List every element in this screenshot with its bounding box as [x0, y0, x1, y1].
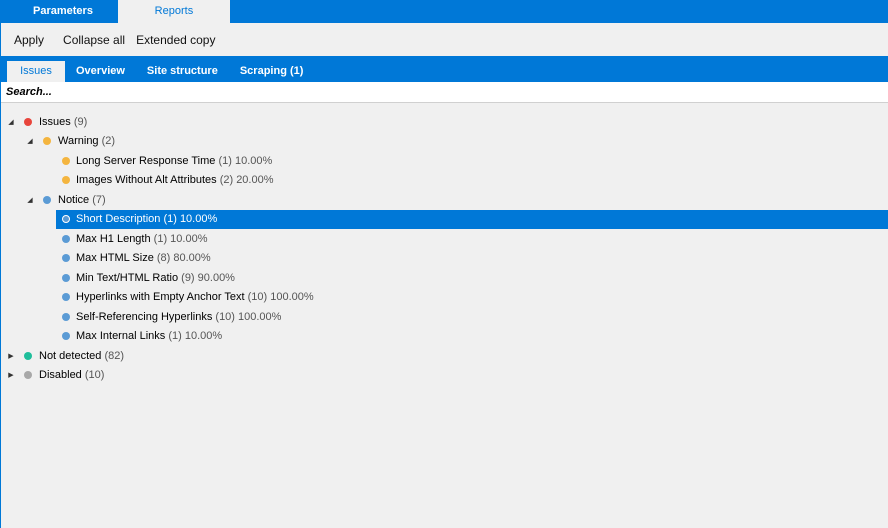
tree-row-title: Disabled	[39, 369, 82, 382]
tree-row-title: Self-Referencing Hyperlinks	[76, 310, 213, 323]
reports-panel: Parameters Reports Apply Collapse all Ex…	[0, 0, 888, 528]
tab-parameters[interactable]: Parameters	[2, 0, 118, 23]
search-input[interactable]	[1, 82, 888, 102]
tree-row-count: (9)	[73, 115, 88, 128]
tree-row-title: Issues	[39, 115, 71, 128]
tree-row-count: (2) 20.00%	[219, 174, 274, 187]
tree-row[interactable]: Min Text/HTML Ratio (9) 90.00%	[1, 268, 888, 288]
expand-arrow-icon[interactable]: ▶	[6, 370, 16, 380]
tree-row-count: (10)	[84, 369, 105, 382]
tab-reports[interactable]: Reports	[117, 0, 230, 23]
tree-row-title: Images Without Alt Attributes	[76, 174, 217, 187]
collapse-arrow-icon[interactable]: ◢	[25, 195, 35, 205]
tree-row[interactable]: Long Server Response Time (1) 10.00%	[1, 151, 888, 171]
status-dot-icon	[62, 176, 70, 185]
tree-row-label: Warning (2)	[58, 135, 115, 147]
tab-scraping[interactable]: Scraping (1)	[229, 61, 315, 82]
collapse-arrow-icon[interactable]: ◢	[6, 117, 16, 127]
status-dot-icon	[62, 293, 70, 302]
tree-row-title: Warning	[58, 135, 99, 148]
apply-button[interactable]: Apply	[14, 33, 44, 47]
top-tab-strip: Parameters Reports	[1, 0, 888, 23]
tree-row[interactable]: Max HTML Size (8) 80.00%	[1, 249, 888, 269]
extended-copy-button[interactable]: Extended copy	[136, 33, 215, 47]
tree-row-title: Long Server Response Time	[76, 154, 216, 167]
tree-row[interactable]: Max H1 Length (1) 10.00%	[1, 229, 888, 249]
tree-row-title: Max H1 Length	[76, 232, 151, 245]
tree-row[interactable]: ◢ Issues (9)	[1, 112, 888, 132]
tree-row-count: (82)	[104, 349, 124, 362]
tree-row-title: Min Text/HTML Ratio	[76, 271, 179, 284]
tree-row-title: Short Description	[76, 213, 161, 226]
tree-row-count: (8) 80.00%	[156, 252, 211, 265]
sub-tab-strip: Issues Overview Site structure Scraping …	[1, 56, 888, 82]
tree-row-label: Notice (7)	[58, 194, 106, 206]
tree-row-label: Max H1 Length (1) 10.00%	[76, 233, 207, 245]
status-dot-icon	[62, 234, 70, 243]
tree-row-label: Min Text/HTML Ratio (9) 90.00%	[76, 272, 235, 284]
collapse-all-button[interactable]: Collapse all	[63, 33, 125, 47]
tree-row-title: Max Internal Links	[76, 330, 166, 343]
toolbar: Apply Collapse all Extended copy	[1, 23, 888, 56]
tree-row-count: (1) 10.00%	[218, 154, 273, 167]
status-dot-icon	[24, 371, 32, 380]
tree-row-label: Images Without Alt Attributes (2) 20.00%	[76, 174, 274, 186]
tree-row-title: Not detected	[39, 349, 102, 362]
tree-row-label: Short Description (1) 10.00%	[76, 213, 217, 225]
tree-row-label: Disabled (10)	[39, 369, 104, 381]
tree-row-label: Self-Referencing Hyperlinks (10) 100.00%	[76, 311, 281, 323]
tree-row-count: (2)	[101, 135, 116, 148]
status-dot-icon	[24, 351, 32, 360]
tree-row-count: (10) 100.00%	[215, 310, 282, 323]
status-dot-icon	[43, 137, 51, 146]
tree-row-count: (1) 10.00%	[168, 330, 223, 343]
tree-row[interactable]: ▶ Not detected (82)	[1, 346, 888, 366]
tree-row-count: (1) 10.00%	[153, 232, 208, 245]
tree-row-label: Max Internal Links (1) 10.00%	[76, 330, 222, 342]
tree-row-label: Long Server Response Time (1) 10.00%	[76, 155, 272, 167]
status-dot-icon	[43, 195, 51, 204]
search-bar	[1, 82, 888, 103]
tree-row-count: (10) 100.00%	[247, 291, 314, 304]
tab-issues[interactable]: Issues	[7, 61, 65, 82]
tree-row-label: Issues (9)	[39, 116, 87, 128]
tree-row[interactable]: Images Without Alt Attributes (2) 20.00%	[1, 171, 888, 191]
tree-row[interactable]: ◢ Warning (2)	[1, 132, 888, 152]
tree-row-label: Not detected (82)	[39, 350, 124, 362]
status-dot-icon	[62, 332, 70, 341]
tree-row-count: (9) 90.00%	[181, 271, 235, 284]
tree-row-title: Max HTML Size	[76, 252, 154, 265]
tree-row[interactable]: ▶ Disabled (10)	[1, 366, 888, 386]
tree-row-count: (7)	[92, 193, 106, 206]
tab-overview[interactable]: Overview	[65, 61, 136, 82]
collapse-arrow-icon[interactable]: ◢	[25, 136, 35, 146]
tree-row[interactable]: Max Internal Links (1) 10.00%	[1, 327, 888, 347]
status-dot-icon	[62, 312, 70, 321]
tree-row[interactable]: Short Description (1) 10.00%	[1, 209, 888, 229]
tree-row-label: Max HTML Size (8) 80.00%	[76, 252, 211, 264]
tree-row[interactable]: Hyperlinks with Empty Anchor Text (10) 1…	[1, 288, 888, 308]
tree-row-title: Notice	[58, 193, 90, 206]
status-dot-icon	[62, 254, 70, 263]
expand-arrow-icon[interactable]: ▶	[6, 351, 16, 361]
status-dot-icon	[62, 273, 70, 282]
tree-row-label: Hyperlinks with Empty Anchor Text (10) 1…	[76, 291, 314, 303]
status-dot-icon	[24, 117, 32, 126]
status-dot-icon	[62, 156, 70, 165]
issues-tree: ◢ Issues (9) ◢ Warning (2) Long Server Respo…	[1, 103, 888, 385]
tree-row[interactable]: ◢ Notice (7)	[1, 190, 888, 210]
tree-row-title: Hyperlinks with Empty Anchor Text	[76, 291, 245, 304]
tree-row-count: (1) 10.00%	[163, 213, 218, 226]
tab-site-structure[interactable]: Site structure	[136, 61, 229, 82]
tree-row[interactable]: Self-Referencing Hyperlinks (10) 100.00%	[1, 307, 888, 327]
